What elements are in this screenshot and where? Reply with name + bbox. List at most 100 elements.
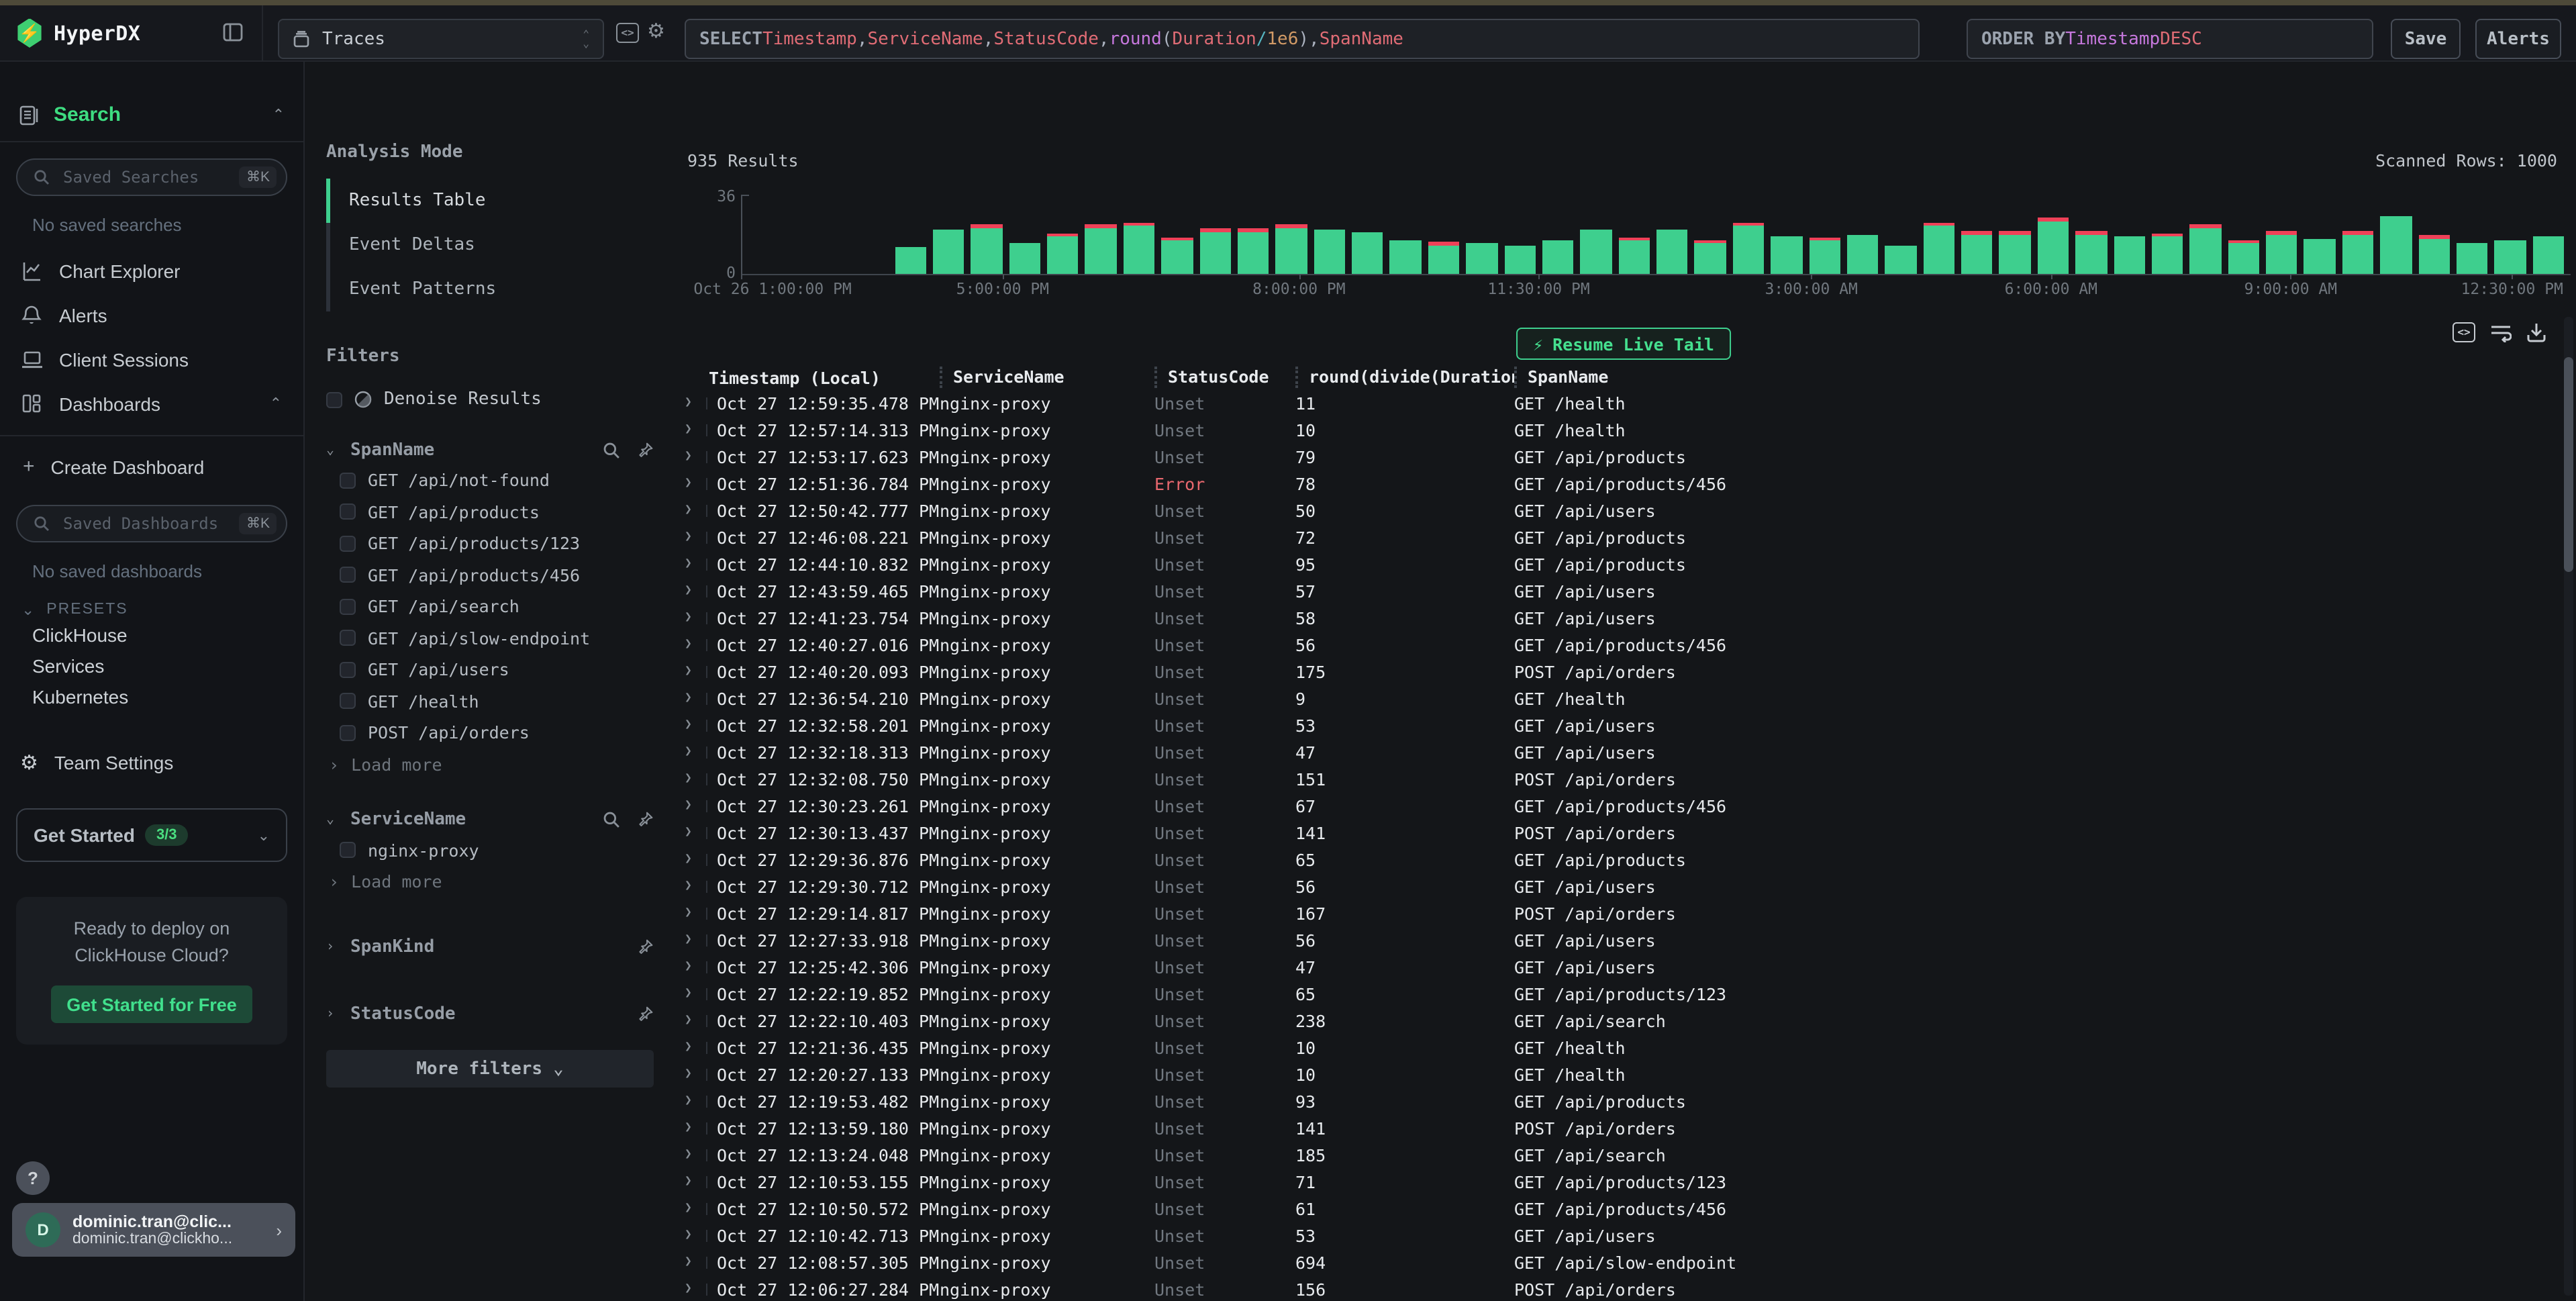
row-expand-chevron-icon[interactable]: ❯ (685, 1228, 709, 1242)
code-view-icon[interactable]: <> (616, 23, 639, 43)
table-row[interactable]: ❯Oct 27 12:32:58.201 PMnginx-proxyUnset5… (671, 712, 2560, 738)
chart-bar-slot[interactable] (1085, 224, 1124, 274)
col-statuscode[interactable]: StatusCode (1154, 367, 1295, 388)
checkbox-icon[interactable] (340, 842, 356, 859)
chart-bar-slot[interactable] (2418, 236, 2457, 274)
table-row[interactable]: ❯Oct 27 12:29:30.712 PMnginx-proxyUnset5… (671, 873, 2560, 900)
checkbox-icon[interactable] (340, 567, 356, 583)
table-row[interactable]: ❯Oct 27 12:10:42.713 PMnginx-proxyUnset5… (671, 1222, 2560, 1249)
preset-item-clickhouse[interactable]: ClickHouse (0, 619, 303, 650)
scrollbar-thumb[interactable] (2564, 357, 2573, 572)
chart-bar-slot[interactable] (1809, 238, 1847, 274)
filter-group-servicename[interactable]: ⌄ServiceName (326, 805, 654, 834)
row-expand-chevron-icon[interactable]: ❯ (685, 530, 709, 544)
row-expand-chevron-icon[interactable]: ❯ (685, 638, 709, 651)
chart-bar-slot[interactable] (1199, 229, 1238, 274)
row-expand-chevron-icon[interactable]: ❯ (685, 1255, 709, 1269)
wrap-text-icon[interactable] (2490, 323, 2512, 342)
chart-bar-slot[interactable] (1961, 231, 1999, 274)
pin-icon[interactable] (636, 441, 654, 459)
table-row[interactable]: ❯Oct 27 12:25:42.306 PMnginx-proxyUnset4… (671, 953, 2560, 980)
row-expand-chevron-icon[interactable]: ❯ (685, 745, 709, 759)
row-expand-chevron-icon[interactable]: ❯ (685, 665, 709, 678)
table-row[interactable]: ❯Oct 27 12:29:36.876 PMnginx-proxyUnset6… (671, 846, 2560, 873)
chart-bar-slot[interactable] (2190, 224, 2228, 274)
create-dashboard-button[interactable]: + Create Dashboard (0, 444, 303, 489)
filter-checkbox-item[interactable]: GET /api/slow-endpoint (326, 622, 654, 654)
table-row[interactable]: ❯Oct 27 12:21:36.435 PMnginx-proxyUnset1… (671, 1034, 2560, 1061)
table-row[interactable]: ❯Oct 27 12:50:42.777 PMnginx-proxyUnset5… (671, 497, 2560, 524)
filter-checkbox-item[interactable]: GET /api/users (326, 654, 654, 685)
results-histogram[interactable] (742, 195, 2571, 274)
sidebar-item-alerts[interactable]: Alerts (0, 293, 303, 337)
table-row[interactable]: ❯Oct 27 12:36:54.210 PMnginx-proxyUnset9… (671, 685, 2560, 712)
chart-bar-slot[interactable] (2038, 218, 2076, 274)
table-row[interactable]: ❯Oct 27 12:27:33.918 PMnginx-proxyUnset5… (671, 926, 2560, 953)
sidebar-item-search[interactable]: Search ⌃ (0, 62, 303, 142)
table-row[interactable]: ❯Oct 27 12:59:35.478 PMnginx-proxyUnset1… (671, 389, 2560, 416)
table-row[interactable]: ❯Oct 27 12:19:53.482 PMnginx-proxyUnset9… (671, 1088, 2560, 1114)
row-expand-chevron-icon[interactable]: ❯ (685, 879, 709, 893)
gear-icon[interactable]: ⚙ (647, 19, 665, 46)
table-row[interactable]: ❯Oct 27 12:40:20.093 PMnginx-proxyUnset1… (671, 658, 2560, 685)
saved-searches-field[interactable] (60, 166, 229, 188)
row-expand-chevron-icon[interactable]: ❯ (685, 423, 709, 436)
chart-bar-slot[interactable] (1009, 243, 1047, 274)
table-row[interactable]: ❯Oct 27 12:44:10.832 PMnginx-proxyUnset9… (671, 550, 2560, 577)
table-row[interactable]: ❯Oct 27 12:32:08.750 PMnginx-proxyUnset1… (671, 765, 2560, 792)
get-started-toggle[interactable]: Get Started 3/3 ⌄ (16, 808, 287, 862)
row-expand-chevron-icon[interactable]: ❯ (685, 718, 709, 732)
row-expand-chevron-icon[interactable]: ❯ (685, 987, 709, 1000)
row-expand-chevron-icon[interactable]: ❯ (685, 396, 709, 409)
table-row[interactable]: ❯Oct 27 12:30:23.261 PMnginx-proxyUnset6… (671, 792, 2560, 819)
chart-bar-slot[interactable] (1695, 240, 1733, 274)
sidebar-item-chart-explorer[interactable]: Chart Explorer (0, 248, 303, 293)
presets-toggle[interactable]: ⌄ PRESETS (21, 600, 303, 619)
checkbox-icon[interactable] (340, 662, 356, 678)
chart-bar-slot[interactable] (1314, 230, 1352, 274)
preset-item-services[interactable]: Services (0, 650, 303, 681)
alerts-button[interactable]: Alerts (2475, 19, 2561, 59)
chart-bar-slot[interactable] (1581, 230, 1619, 274)
get-started-free-button[interactable]: Get Started for Free (51, 985, 252, 1023)
row-expand-chevron-icon[interactable]: ❯ (685, 933, 709, 947)
chart-bar-slot[interactable] (2266, 231, 2304, 274)
search-icon[interactable] (603, 811, 620, 828)
row-expand-chevron-icon[interactable]: ❯ (685, 1148, 709, 1161)
chart-bar-slot[interactable] (1733, 222, 1771, 274)
chart-bar-slot[interactable] (1238, 229, 1276, 274)
table-row[interactable]: ❯Oct 27 12:51:36.784 PMnginx-proxyError7… (671, 470, 2560, 497)
row-expand-chevron-icon[interactable]: ❯ (685, 1014, 709, 1027)
sidebar-item-client-sessions[interactable]: Client Sessions (0, 337, 303, 381)
row-expand-chevron-icon[interactable]: ❯ (685, 477, 709, 490)
sql-orderby-input[interactable]: ORDER BY Timestamp DESC (1967, 19, 2373, 59)
filter-checkbox-item[interactable]: GET /api/search (326, 591, 654, 622)
table-row[interactable]: ❯Oct 27 12:13:24.048 PMnginx-proxyUnset1… (671, 1141, 2560, 1168)
table-row[interactable]: ❯Oct 27 12:57:14.313 PMnginx-proxyUnset1… (671, 416, 2560, 443)
table-row[interactable]: ❯Oct 27 12:30:13.437 PMnginx-proxyUnset1… (671, 819, 2560, 846)
filter-checkbox-item[interactable]: GET /api/products/123 (326, 528, 654, 559)
row-expand-chevron-icon[interactable]: ❯ (685, 1041, 709, 1054)
row-expand-chevron-icon[interactable]: ❯ (685, 557, 709, 571)
chart-bar-slot[interactable] (1885, 245, 1924, 274)
chart-bar-slot[interactable] (1504, 245, 1542, 274)
checkbox-icon[interactable] (340, 630, 356, 646)
table-row[interactable]: ❯Oct 27 12:43:59.465 PMnginx-proxyUnset5… (671, 577, 2560, 604)
table-row[interactable]: ❯Oct 27 12:41:23.754 PMnginx-proxyUnset5… (671, 604, 2560, 631)
save-button[interactable]: Save (2391, 19, 2461, 59)
more-filters-button[interactable]: More filters ⌄ (326, 1050, 654, 1088)
row-expand-chevron-icon[interactable]: ❯ (685, 1094, 709, 1108)
filter-group-spanname[interactable]: ⌄SpanName (326, 435, 654, 465)
filter-checkbox-item[interactable]: GET /api/products/456 (326, 559, 654, 591)
sql-select-input[interactable]: SELECT Timestamp,ServiceName,StatusCode,… (685, 19, 1920, 59)
table-row[interactable]: ❯Oct 27 12:29:14.817 PMnginx-proxyUnset1… (671, 900, 2560, 926)
row-expand-chevron-icon[interactable]: ❯ (685, 450, 709, 463)
row-expand-chevron-icon[interactable]: ❯ (685, 584, 709, 597)
chart-bar-slot[interactable] (1428, 242, 1467, 275)
table-row[interactable]: ❯Oct 27 12:22:10.403 PMnginx-proxyUnset2… (671, 1007, 2560, 1034)
row-expand-chevron-icon[interactable]: ❯ (685, 611, 709, 624)
table-row[interactable]: ❯Oct 27 12:40:27.016 PMnginx-proxyUnset5… (671, 631, 2560, 658)
table-header[interactable]: Timestamp (Local) ServiceName StatusCode… (671, 365, 2560, 389)
row-expand-chevron-icon[interactable]: ❯ (685, 1121, 709, 1135)
table-row[interactable]: ❯Oct 27 12:22:19.852 PMnginx-proxyUnset6… (671, 980, 2560, 1007)
